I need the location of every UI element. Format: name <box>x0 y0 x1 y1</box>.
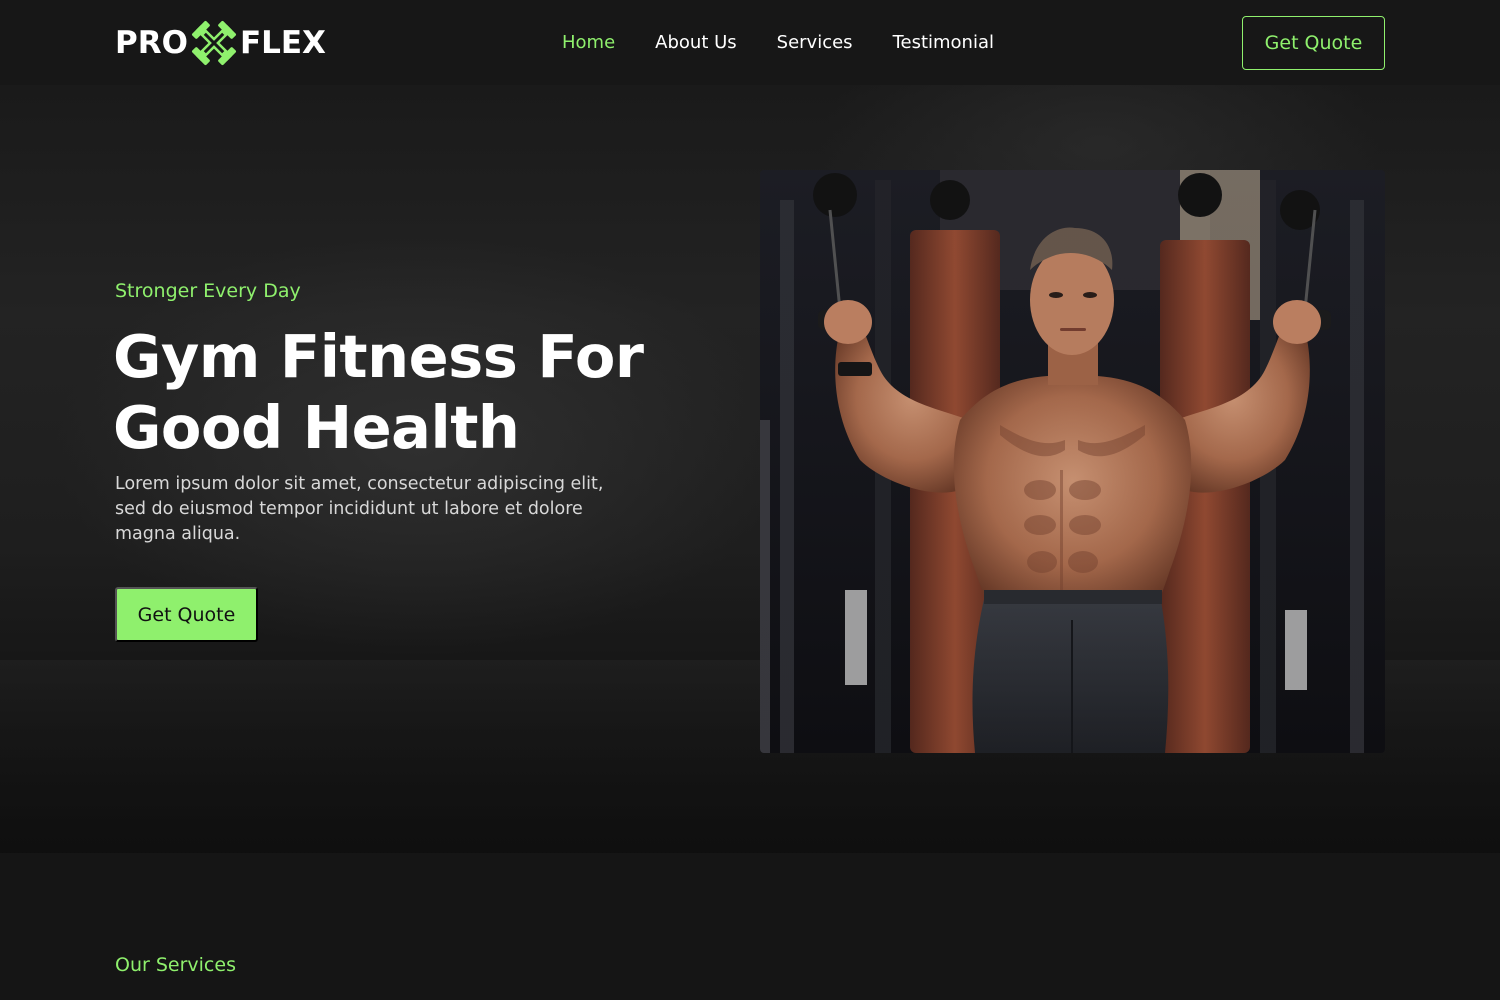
nav-item-testimonial[interactable]: Testimonial <box>893 29 994 57</box>
hero-get-quote-button[interactable]: Get Quote <box>115 587 258 642</box>
hero-section: Stronger Every Day Gym Fitness For Good … <box>0 85 1500 853</box>
logo-text-right: FLEX <box>239 24 326 61</box>
nav-item-services[interactable]: Services <box>777 29 853 57</box>
hero-description: Lorem ipsum dolor sit amet, consectetur … <box>115 474 604 544</box>
dumbbell-cross-icon <box>189 20 239 66</box>
services-section-label: Our Services <box>115 954 236 976</box>
nav-item-about-us[interactable]: About Us <box>655 29 737 57</box>
hero-title-line-1: Gym Fitness For <box>113 322 644 391</box>
logo-text-left: PRO <box>115 24 188 61</box>
hero-title: Gym Fitness For Good Health <box>113 321 673 463</box>
main-nav: Home About Us Services Testimonial <box>562 29 1034 57</box>
brand-logo[interactable]: PRO FLEX <box>115 20 326 66</box>
nav-item-home[interactable]: Home <box>562 29 615 57</box>
navbar: PRO FLEX Home About Us Services Testimon… <box>0 0 1500 85</box>
hero-title-line-2: Good Health <box>113 393 520 462</box>
hero-subtitle: Stronger Every Day <box>115 280 301 302</box>
athlete-photo <box>760 170 1385 753</box>
services-section: Our Services <box>0 853 1500 1000</box>
nav-get-quote-button[interactable]: Get Quote <box>1242 16 1385 70</box>
